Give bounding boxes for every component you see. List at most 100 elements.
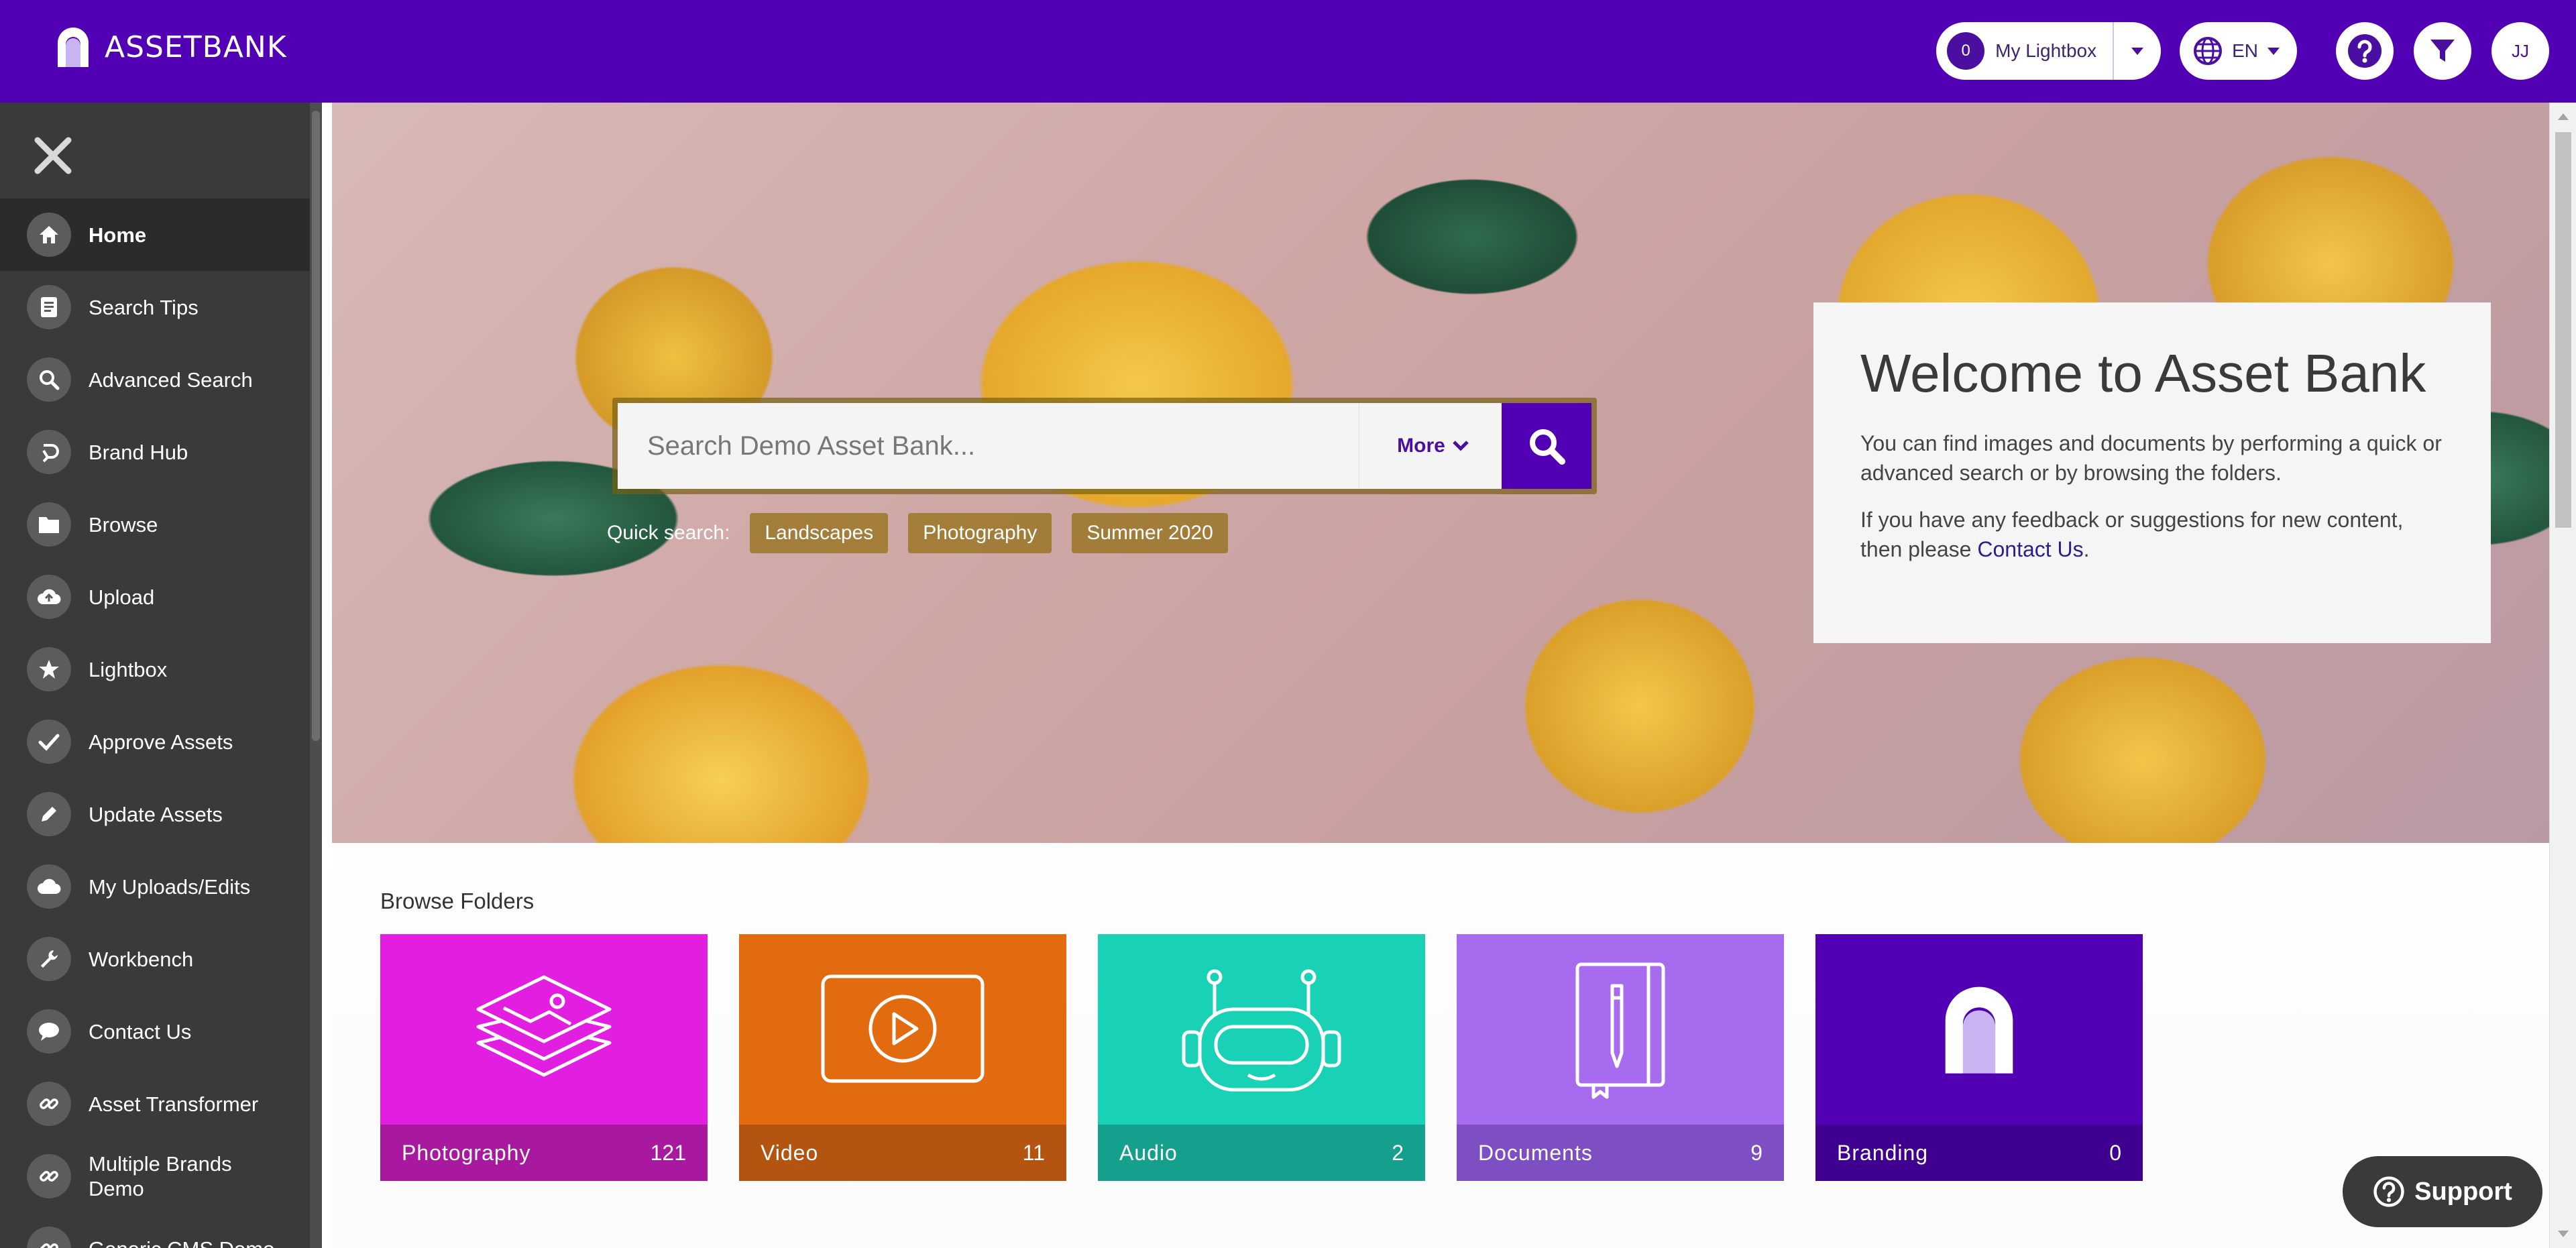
search-icon — [27, 357, 71, 402]
sidebar-item-generic-cms-demo[interactable]: Generic CMS Demo — [0, 1212, 322, 1248]
sidebar-item-lightbox[interactable]: Lightbox — [0, 633, 322, 705]
close-icon[interactable] — [34, 136, 72, 175]
folder-tile-documents[interactable]: Documents 9 — [1457, 934, 1784, 1181]
lightbox-control: 0 My Lightbox — [1936, 22, 2162, 80]
sidebar-item-label: Upload — [89, 585, 155, 609]
filter-button[interactable] — [2414, 22, 2471, 80]
sidebar-item-update-assets[interactable]: Update Assets — [0, 778, 322, 850]
sidebar-item-brand-hub[interactable]: Brand Hub — [0, 416, 322, 488]
user-initials: JJ — [2512, 40, 2529, 61]
cloud-upload-icon — [27, 575, 71, 619]
sidebar-item-asset-transformer[interactable]: Asset Transformer — [0, 1068, 322, 1140]
folder-name: Video — [761, 1140, 819, 1165]
folder-name: Photography — [402, 1140, 531, 1165]
assetbank-logo-icon — [1815, 934, 2143, 1125]
check-icon — [27, 720, 71, 764]
search-input[interactable] — [618, 402, 1359, 490]
folder-icon — [27, 502, 71, 547]
sidebar-scrollbar-thumb[interactable] — [312, 111, 320, 741]
sidebar-item-multiple-brands-demo[interactable]: Multiple Brands Demo — [0, 1140, 322, 1212]
quick-search-tag[interactable]: Landscapes — [750, 513, 889, 553]
feedback-suffix: . — [2083, 537, 2090, 561]
sidebar-item-approve-assets[interactable]: Approve Assets — [0, 705, 322, 778]
header-actions: 0 My Lightbox EN JJ — [1936, 22, 2549, 80]
sidebar-item-label: Home — [89, 223, 147, 247]
sidebar: Home Search Tips Advanced Search Brand H… — [0, 103, 322, 1248]
language-label: EN — [2232, 40, 2258, 61]
lightbox-dropdown-button[interactable] — [2114, 22, 2161, 80]
folder-tile-audio[interactable]: Audio 2 — [1098, 934, 1425, 1181]
sidebar-item-advanced-search[interactable]: Advanced Search — [0, 343, 322, 416]
my-lightbox-button[interactable]: 0 My Lightbox — [1936, 22, 2115, 80]
folder-tile-photography[interactable]: Photography 121 — [380, 934, 708, 1181]
chevron-down-icon — [2267, 47, 2280, 55]
chevron-down-icon — [2131, 47, 2144, 55]
sidebar-item-workbench[interactable]: Workbench — [0, 923, 322, 995]
robot-icon — [1098, 934, 1425, 1125]
search-button[interactable] — [1502, 403, 1591, 489]
folder-tile-video[interactable]: Video 11 — [739, 934, 1066, 1181]
sidebar-item-label: Approve Assets — [89, 730, 233, 754]
sidebar-item-label: Update Assets — [89, 802, 223, 826]
folder-tile-footer: Video 11 — [739, 1125, 1066, 1181]
sidebar-scrollbar[interactable] — [310, 103, 322, 1248]
star-icon — [27, 647, 71, 691]
home-icon — [27, 213, 71, 257]
folder-tile-branding[interactable]: Branding 0 — [1815, 934, 2143, 1181]
quick-search-tag[interactable]: Photography — [908, 513, 1052, 553]
folder-count: 121 — [650, 1140, 686, 1165]
search-bar: More — [612, 398, 1597, 494]
link-icon — [27, 1082, 71, 1126]
folder-tile-footer: Audio 2 — [1098, 1125, 1425, 1181]
sidebar-item-upload[interactable]: Upload — [0, 561, 322, 633]
sidebar-item-search-tips[interactable]: Search Tips — [0, 271, 322, 343]
user-avatar-button[interactable]: JJ — [2491, 22, 2549, 80]
chevron-down-icon — [1453, 441, 1469, 451]
more-options-button[interactable]: More — [1359, 403, 1507, 489]
folder-name: Documents — [1478, 1140, 1593, 1165]
sidebar-item-label: Brand Hub — [89, 440, 188, 464]
sidebar-item-label: Asset Transformer — [89, 1092, 259, 1116]
search-box: More — [618, 402, 1507, 490]
page-scrollbar[interactable] — [2549, 103, 2576, 1248]
filter-icon — [2430, 40, 2455, 62]
support-button[interactable]: Support — [2343, 1156, 2542, 1227]
folder-tile-footer: Photography 121 — [380, 1125, 708, 1181]
app-name: ASSETBANK — [105, 30, 287, 64]
sidebar-item-label: Advanced Search — [89, 367, 253, 392]
folder-tiles: Photography 121 Video 11 Audio 2 Documen… — [380, 934, 2174, 1181]
sidebar-item-browse[interactable]: Browse — [0, 488, 322, 561]
sidebar-item-label: Lightbox — [89, 657, 168, 681]
document-icon — [27, 285, 71, 329]
help-icon — [2348, 34, 2382, 68]
quick-search: Quick search: Landscapes Photography Sum… — [607, 513, 1248, 553]
sidebar-item-my-uploads-edits[interactable]: My Uploads/Edits — [0, 850, 322, 923]
language-selector[interactable]: EN — [2180, 22, 2297, 80]
folder-count: 11 — [1022, 1140, 1045, 1165]
sidebar-item-label: My Uploads/Edits — [89, 874, 251, 899]
scroll-up-icon[interactable] — [2558, 113, 2569, 120]
help-button[interactable] — [2336, 22, 2394, 80]
pencil-icon — [27, 792, 71, 836]
page-scrollbar-thumb[interactable] — [2555, 132, 2571, 528]
feedback-prefix: If you have any feedback or suggestions … — [1860, 508, 2404, 561]
search-icon — [1530, 429, 1565, 465]
app-logo[interactable]: ASSETBANK — [54, 25, 287, 68]
help-icon — [2373, 1176, 2404, 1207]
scroll-down-icon[interactable] — [2558, 1231, 2569, 1237]
folder-name: Branding — [1837, 1140, 1929, 1165]
contact-us-link[interactable]: Contact Us — [1977, 537, 2083, 561]
sidebar-item-contact-us[interactable]: Contact Us — [0, 995, 322, 1068]
link-icon — [27, 1154, 71, 1198]
welcome-title: Welcome to Asset Bank — [1860, 343, 2426, 403]
quick-search-tag[interactable]: Summer 2020 — [1072, 513, 1228, 553]
folder-name: Audio — [1119, 1140, 1178, 1165]
folder-count: 0 — [2109, 1140, 2121, 1165]
sidebar-item-label: Multiple Brands Demo — [89, 1152, 232, 1200]
main-content: More Quick search: Landscapes Photograph… — [332, 103, 2550, 1248]
sidebar-item-home[interactable]: Home — [0, 198, 322, 271]
welcome-panel: Welcome to Asset Bank You can find image… — [1813, 302, 2491, 643]
cloud-icon — [27, 864, 71, 909]
folder-tile-footer: Documents 9 — [1457, 1125, 1784, 1181]
quick-search-label: Quick search: — [607, 522, 730, 544]
